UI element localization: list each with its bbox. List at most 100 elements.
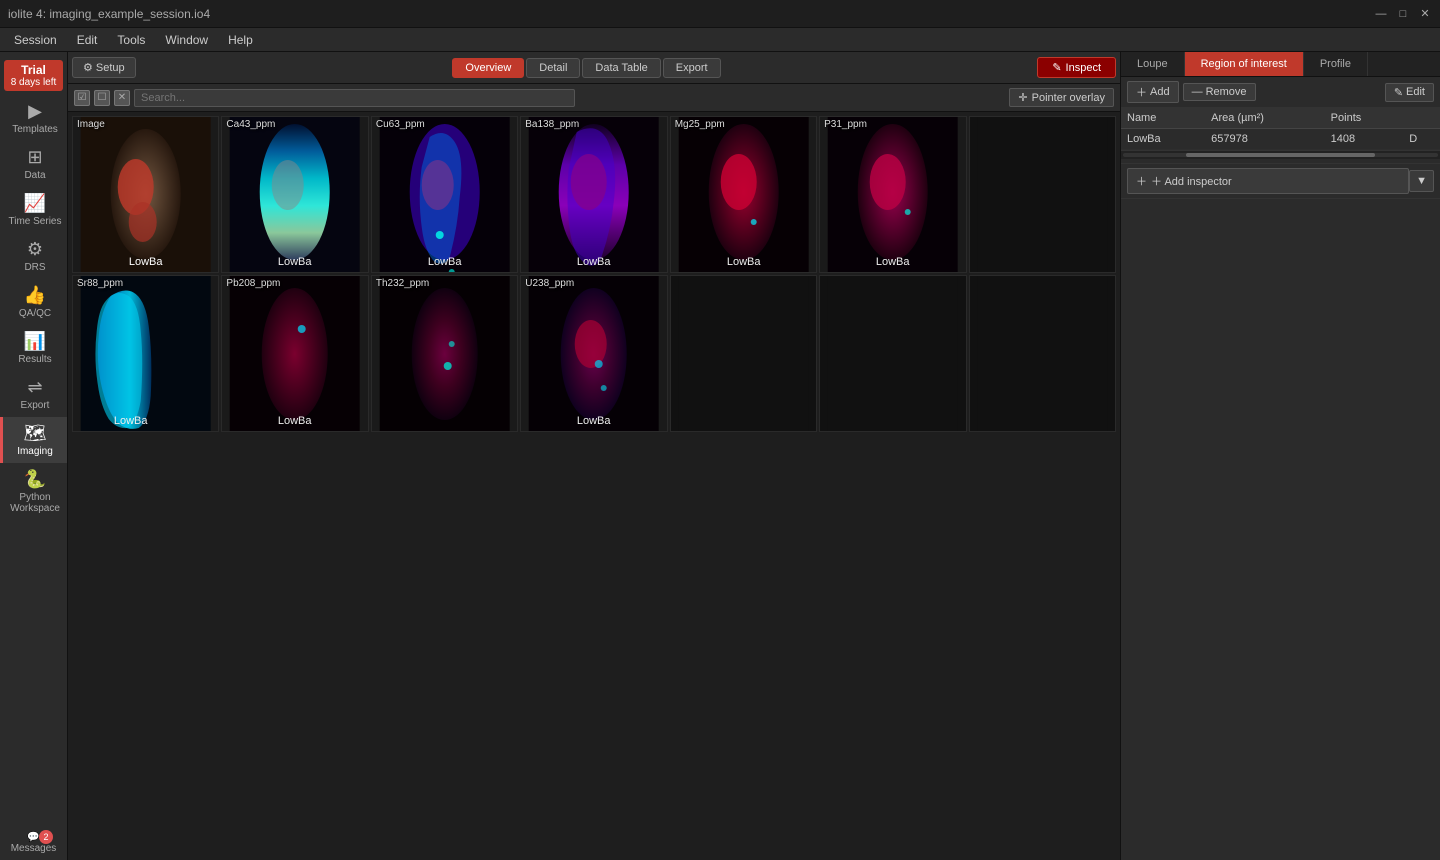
- cell-image-cu63: LowBa: [372, 117, 517, 272]
- tab-detail[interactable]: Detail: [526, 58, 580, 78]
- grid-row-2: Sr88_ppm LowBa: [72, 275, 1116, 432]
- hscrollbar-track: [1123, 153, 1438, 157]
- svg-text:LowBa: LowBa: [129, 256, 164, 268]
- drs-label: DRS: [24, 262, 45, 273]
- grid-cell-cu63[interactable]: Cu63_ppm: [371, 116, 518, 273]
- cell-image-pb208: LowBa: [222, 276, 367, 431]
- app-layout: Trial 8 days left ▶ Templates ⊞ Data 📈 T…: [0, 52, 1440, 860]
- table-row[interactable]: LowBa 657978 1408 D: [1121, 129, 1440, 150]
- grid-cell-u238[interactable]: U238_ppm: [520, 275, 667, 432]
- sidebar-item-results[interactable]: 📊 Results: [0, 325, 67, 371]
- timeseries-icon: 📈: [24, 193, 46, 214]
- timeseries-label: Time Series: [9, 216, 62, 227]
- tab-overview[interactable]: Overview: [452, 58, 524, 78]
- image-grid[interactable]: Image LowBa: [68, 112, 1120, 860]
- tab-loupe[interactable]: Loupe: [1121, 52, 1185, 76]
- menu-help[interactable]: Help: [218, 31, 263, 49]
- add-inspector-dropdown-button[interactable]: ▼: [1409, 170, 1434, 192]
- trial-label: Trial: [10, 63, 57, 77]
- close-button[interactable]: ✕: [1418, 7, 1432, 21]
- roi-table-body: LowBa 657978 1408 D: [1121, 129, 1440, 150]
- grid-cell-ba138[interactable]: Ba138_ppm: [520, 116, 667, 273]
- roi-table: Name Area (µm²) Points LowBa 657978 1408…: [1121, 108, 1440, 150]
- results-icon: 📊: [24, 331, 46, 352]
- main-content: ⚙ Setup Overview Detail Data Table Expor…: [68, 52, 1120, 860]
- pointer-overlay-button[interactable]: ✛ Pointer overlay: [1009, 88, 1114, 107]
- grid-cell-empty2: [670, 275, 817, 432]
- tab-export[interactable]: Export: [663, 58, 721, 78]
- sidebar-item-templates[interactable]: ▶ Templates: [0, 95, 67, 141]
- cell-image-photo: LowBa: [73, 117, 218, 272]
- grid-cell-ca43[interactable]: Ca43_ppm: [221, 116, 368, 273]
- sidebar-item-imaging[interactable]: 🗺 Imaging: [0, 417, 67, 463]
- cell-label-u238: U238_ppm: [525, 278, 574, 289]
- cell-label-mg25: Mg25_ppm: [675, 119, 725, 130]
- sidebar-item-messages[interactable]: 2 💬 Messages: [0, 826, 67, 860]
- menu-tools[interactable]: Tools: [107, 31, 155, 49]
- sidebar-item-python[interactable]: 🐍 Python Workspace: [0, 463, 67, 520]
- menu-window[interactable]: Window: [155, 31, 218, 49]
- pointer-icon: ✛: [1018, 91, 1027, 104]
- sidebar-item-timeseries[interactable]: 📈 Time Series: [0, 187, 67, 233]
- grid-cell-photo[interactable]: Image LowBa: [72, 116, 219, 273]
- grid-row-1: Image LowBa: [72, 116, 1116, 273]
- cell-label-pb208: Pb208_ppm: [226, 278, 280, 289]
- tab-datatable[interactable]: Data Table: [582, 58, 660, 78]
- cell-label-cu63: Cu63_ppm: [376, 119, 425, 130]
- setup-button[interactable]: ⚙ Setup: [72, 57, 136, 78]
- roi-delete[interactable]: D: [1403, 129, 1440, 150]
- right-tabs: Loupe Region of interest Profile: [1121, 52, 1440, 77]
- cell-image-p31: LowBa: [820, 117, 965, 272]
- cell-image-th232: [372, 276, 517, 431]
- roi-points: 1408: [1325, 129, 1404, 150]
- svg-text:LowBa: LowBa: [727, 256, 762, 268]
- templates-label: Templates: [12, 124, 58, 135]
- inspect-button[interactable]: ✎ Inspect: [1037, 57, 1116, 78]
- secondary-toolbar: ☑ ☐ ✕ ✛ Pointer overlay: [68, 84, 1120, 112]
- cell-image-empty1: [970, 117, 1115, 272]
- check-all-icon[interactable]: ☑: [74, 90, 90, 106]
- minimize-button[interactable]: —: [1374, 7, 1388, 21]
- cell-image-ca43: LowBa: [222, 117, 367, 272]
- maximize-button[interactable]: □: [1396, 7, 1410, 21]
- grid-cell-p31[interactable]: P31_ppm LowBa: [819, 116, 966, 273]
- clear-filter-icon[interactable]: ✕: [114, 90, 130, 106]
- hscrollbar-thumb[interactable]: [1186, 153, 1375, 157]
- python-icon: 🐍: [24, 469, 46, 490]
- remove-roi-button[interactable]: — Remove: [1183, 83, 1256, 101]
- cell-image-empty2: [671, 276, 816, 431]
- remove-icon: —: [1192, 86, 1203, 98]
- roi-area: 657978: [1205, 129, 1325, 150]
- sidebar-item-export[interactable]: ⇌ Export: [0, 371, 67, 417]
- grid-cell-empty1: [969, 116, 1116, 273]
- svg-text:LowBa: LowBa: [876, 256, 911, 268]
- menu-edit[interactable]: Edit: [67, 31, 108, 49]
- trial-badge: Trial 8 days left: [4, 60, 63, 91]
- tab-profile[interactable]: Profile: [1304, 52, 1368, 76]
- drs-icon: ⚙: [27, 239, 43, 260]
- edit-roi-button[interactable]: ✎ Edit: [1385, 83, 1434, 102]
- cell-label-p31: P31_ppm: [824, 119, 867, 130]
- add-inspector-button[interactable]: ＋ ＋ Add inspector: [1127, 168, 1409, 194]
- roi-name: LowBa: [1121, 129, 1205, 150]
- grid-cell-pb208[interactable]: Pb208_ppm LowBa: [221, 275, 368, 432]
- add-roi-button[interactable]: ＋ Add: [1127, 81, 1179, 103]
- cell-image-mg25: LowBa: [671, 117, 816, 272]
- sidebar-item-qaqc[interactable]: 👍 QA/QC: [0, 279, 67, 325]
- svg-text:LowBa: LowBa: [577, 256, 612, 268]
- sidebar-item-data[interactable]: ⊞ Data: [0, 141, 67, 187]
- remove-label: Remove: [1206, 86, 1247, 98]
- menubar: Session Edit Tools Window Help: [0, 28, 1440, 52]
- grid-cell-mg25[interactable]: Mg25_ppm LowBa: [670, 116, 817, 273]
- messages-label: Messages: [11, 843, 57, 854]
- menu-session[interactable]: Session: [4, 31, 67, 49]
- tab-roi[interactable]: Region of interest: [1185, 52, 1304, 76]
- cell-image-empty3: [820, 276, 965, 431]
- grid-cell-sr88[interactable]: Sr88_ppm LowBa: [72, 275, 219, 432]
- sidebar-item-drs[interactable]: ⚙ DRS: [0, 233, 67, 279]
- window-controls[interactable]: — □ ✕: [1374, 7, 1432, 21]
- search-input[interactable]: [134, 89, 575, 107]
- table-hscrollbar[interactable]: [1121, 151, 1440, 159]
- grid-cell-th232[interactable]: Th232_ppm: [371, 275, 518, 432]
- uncheck-all-icon[interactable]: ☐: [94, 90, 110, 106]
